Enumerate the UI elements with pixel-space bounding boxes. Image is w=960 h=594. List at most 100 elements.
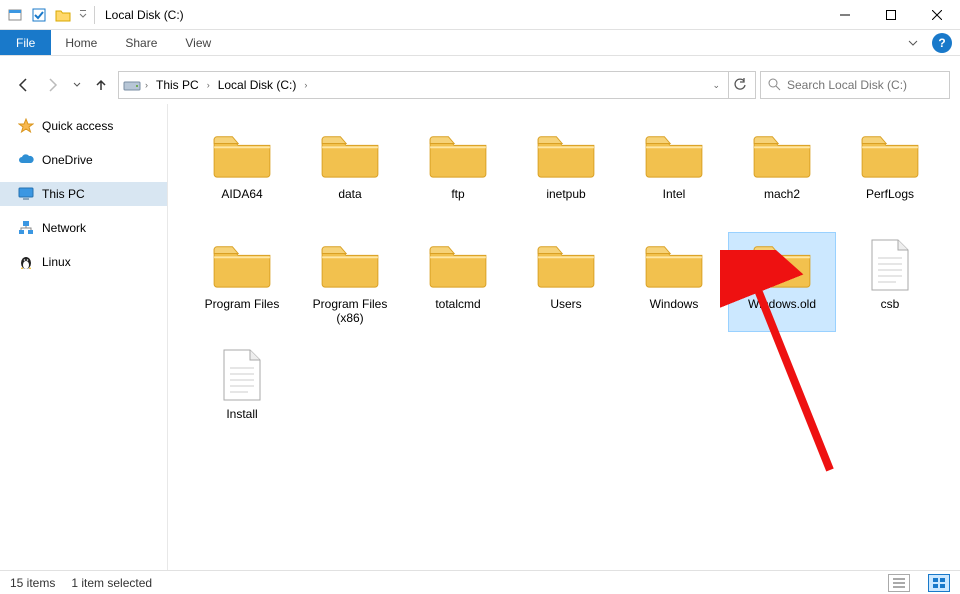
item-label: Windows [650,297,699,311]
folder-icon [856,127,924,183]
network-icon [18,220,34,236]
item-label: Program Files (x86) [300,297,400,326]
folder-item[interactable]: Windows.old [728,232,836,332]
sidebar-item-this-pc[interactable]: This PC [0,182,167,206]
file-item[interactable]: Install [188,342,296,442]
cloud-icon [18,152,34,168]
close-button[interactable] [914,0,960,30]
address-bar[interactable]: › This PC › Local Disk (C:) › ⌄ [118,71,756,99]
navigation-bar: › This PC › Local Disk (C:) › ⌄ [0,66,960,104]
item-label: mach2 [764,187,800,201]
recent-dropdown-icon[interactable] [70,72,84,98]
item-label: PerfLogs [866,187,914,201]
folder-icon [640,237,708,293]
breadcrumb-segment[interactable]: This PC [152,76,203,94]
folder-icon [424,237,492,293]
forward-button[interactable] [40,72,66,98]
breadcrumb-segment[interactable]: Local Disk (C:) [214,76,301,94]
sidebar-item-label: Linux [42,255,71,269]
item-label: data [338,187,361,201]
expand-ribbon-icon[interactable] [900,30,926,56]
folder-item[interactable]: Intel [620,122,728,222]
item-label: AIDA64 [221,187,262,201]
search-icon [767,77,781,94]
maximize-button[interactable] [868,0,914,30]
chevron-right-icon[interactable]: › [304,80,307,90]
folder-icon [748,127,816,183]
folder-item[interactable]: Windows [620,232,728,332]
back-button[interactable] [10,72,36,98]
item-label: csb [881,297,900,311]
search-input[interactable] [787,78,943,92]
folder-icon [640,127,708,183]
chevron-right-icon[interactable]: › [207,80,210,90]
status-count: 15 items [10,576,55,590]
divider [94,6,95,24]
folder-icon [208,127,276,183]
folder-item[interactable]: mach2 [728,122,836,222]
search-box[interactable] [760,71,950,99]
chevron-right-icon[interactable]: › [145,80,148,90]
tab-view[interactable]: View [171,30,225,55]
tab-home[interactable]: Home [51,30,111,55]
item-label: Intel [663,187,686,201]
folder-item[interactable]: Program Files [188,232,296,332]
item-label: Install [226,407,257,421]
file-tab[interactable]: File [0,30,51,55]
folder-item[interactable]: totalcmd [404,232,512,332]
file-list[interactable]: AIDA64 data ftp inetpub Intel mach2 PerfLogs Pr… [168,104,960,570]
window-title: Local Disk (C:) [105,8,184,22]
folder-item[interactable]: ftp [404,122,512,222]
file-item[interactable]: csb [836,232,944,332]
sidebar-item-network[interactable]: Network [0,216,167,240]
sidebar-item-label: Quick access [42,119,113,133]
item-label: inetpub [546,187,585,201]
folder-icon [208,237,276,293]
folder-item[interactable]: PerfLogs [836,122,944,222]
folder-icon [424,127,492,183]
file-icon [856,237,924,293]
sidebar-item-label: OneDrive [42,153,93,167]
folder-item[interactable]: data [296,122,404,222]
status-bar: 15 items 1 item selected [0,570,960,594]
navigation-pane: Quick access OneDrive This PC Network Li… [0,104,168,570]
folder-item[interactable]: inetpub [512,122,620,222]
drive-icon [123,76,141,95]
sidebar-item-quick-access[interactable]: Quick access [0,114,167,138]
folder-icon [316,127,384,183]
sidebar-item-onedrive[interactable]: OneDrive [0,148,167,172]
address-dropdown-icon[interactable]: ⌄ [708,76,724,95]
folder-item[interactable]: Users [512,232,620,332]
body: Quick access OneDrive This PC Network Li… [0,104,960,570]
folder-icon [316,237,384,293]
folder-icon [748,237,816,293]
minimize-button[interactable] [822,0,868,30]
file-icon [208,347,276,403]
item-label: Users [550,297,581,311]
refresh-button[interactable] [728,72,751,98]
ribbon-tabs: File Home Share View ? [0,30,960,56]
help-icon[interactable]: ? [932,33,952,53]
checkbox-icon[interactable] [28,4,50,26]
status-selection: 1 item selected [71,576,152,590]
folder-icon [532,237,600,293]
folder-small-icon[interactable] [52,4,74,26]
details-view-button[interactable] [888,574,910,592]
qat-dropdown-icon[interactable] [76,4,90,26]
quick-access-toolbar [4,4,90,26]
folder-icon [532,127,600,183]
tab-share[interactable]: Share [111,30,171,55]
sidebar-item-label: Network [42,221,86,235]
sidebar-item-linux[interactable]: Linux [0,250,167,274]
up-button[interactable] [88,72,114,98]
item-label: Program Files [205,297,280,311]
properties-icon[interactable] [4,4,26,26]
icons-view-button[interactable] [928,574,950,592]
folder-item[interactable]: Program Files (x86) [296,232,404,332]
item-label: totalcmd [435,297,480,311]
sidebar-item-label: This PC [42,187,85,201]
title-bar: Local Disk (C:) [0,0,960,30]
folder-item[interactable]: AIDA64 [188,122,296,222]
star-icon [18,118,34,134]
item-label: ftp [451,187,464,201]
